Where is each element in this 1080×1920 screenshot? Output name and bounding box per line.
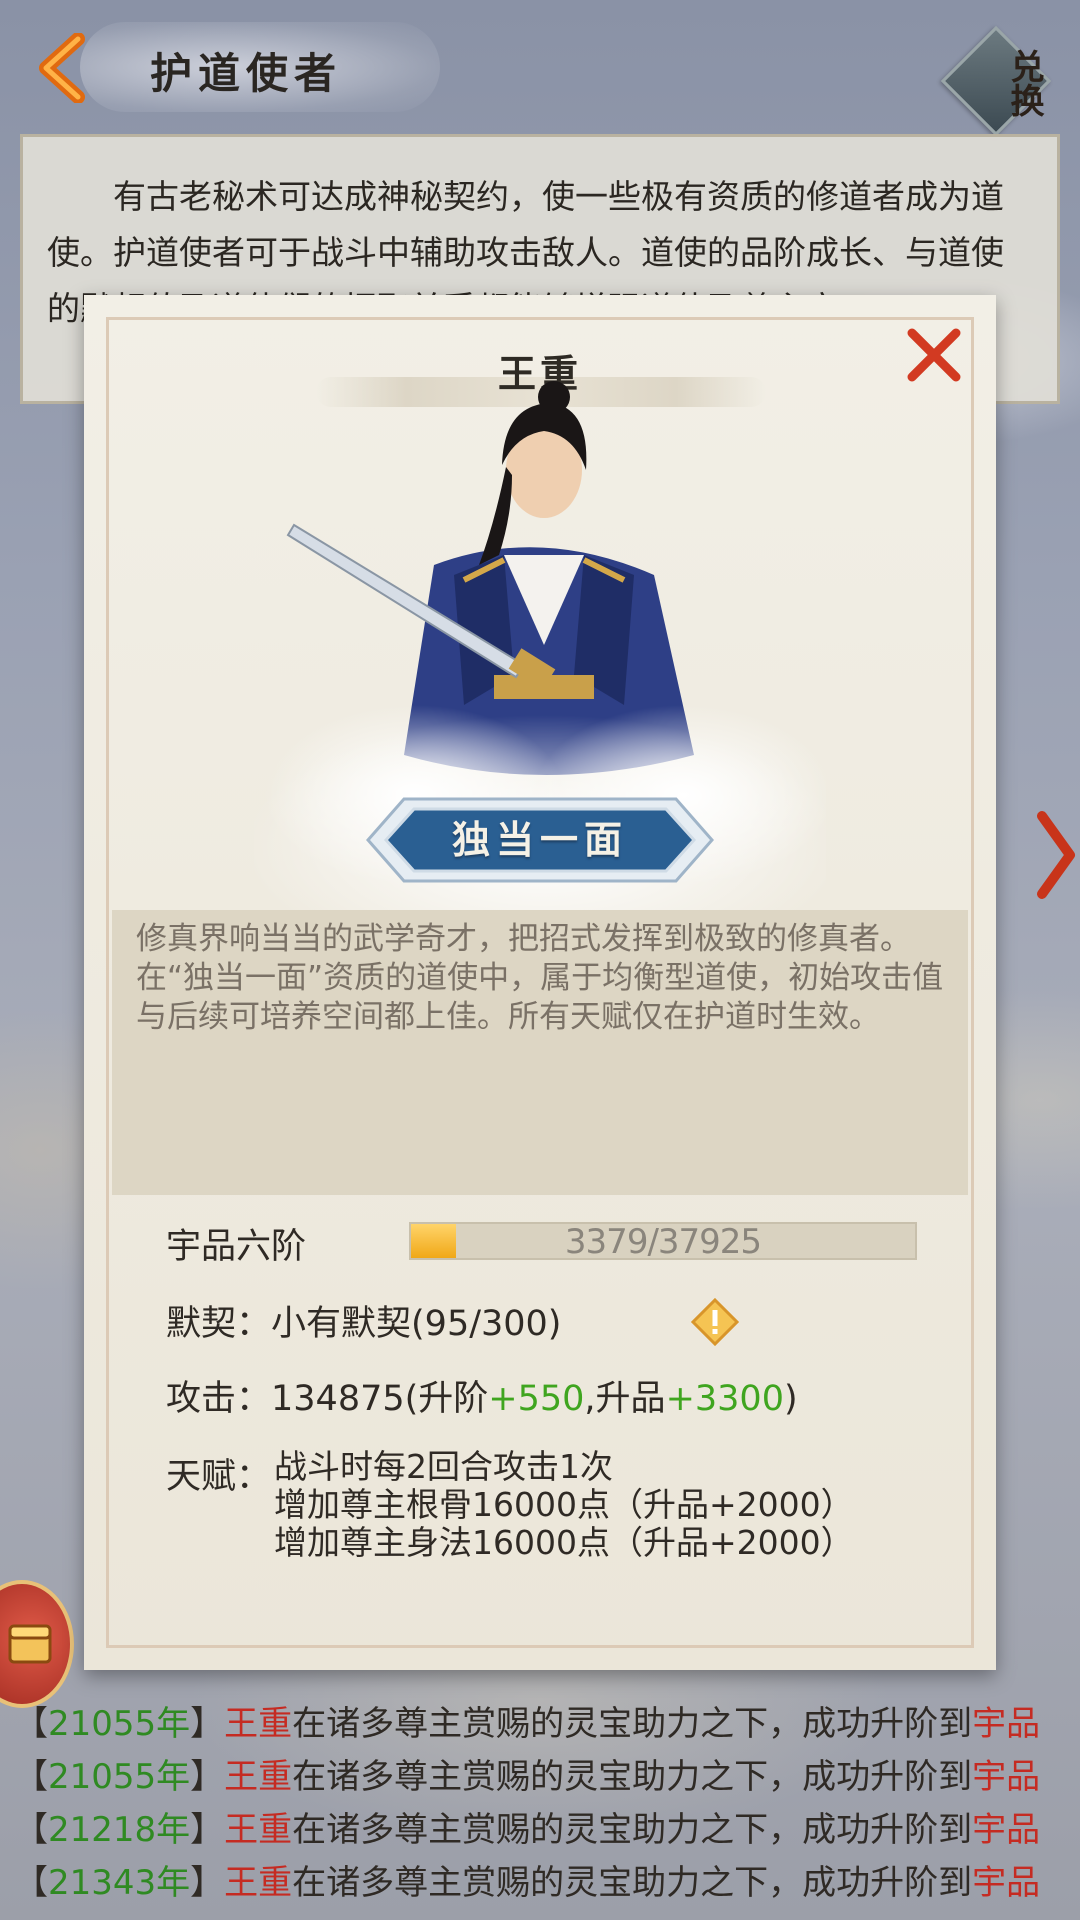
talent-item: 增加尊主根骨16000点（升品+2000） bbox=[274, 1485, 854, 1524]
log-name: 王重 bbox=[224, 1757, 293, 1797]
exp-progress-text: 3379/37925 bbox=[564, 1222, 762, 1262]
header: 护道使者 兑换 bbox=[0, 0, 1080, 137]
character-detail-modal: 王重 独当一面 修真界响当当的武学奇才，把招式发挥到极致的修真者。在“独当一面”… bbox=[84, 295, 996, 1670]
log-bracket: 【 bbox=[14, 1757, 48, 1797]
back-button[interactable] bbox=[22, 28, 102, 108]
log-text: 在诸多尊主赏赐的灵宝助力之下，成功升阶到 bbox=[292, 1704, 973, 1744]
bond-row: 默契：小有默契(95/300) bbox=[166, 1295, 561, 1346]
log-name: 王重 bbox=[224, 1863, 293, 1903]
attack-end: ) bbox=[783, 1379, 798, 1419]
log-year: 21055年 bbox=[48, 1704, 191, 1744]
log-text: 在诸多尊主赏赐的灵宝助力之下，成功升阶到 bbox=[292, 1863, 973, 1903]
log-entry: 【21055年】王重在诸多尊主赏赐的灵宝助力之下，成功升阶到宇品 bbox=[14, 1698, 1074, 1751]
aptitude-label: 独当一面 bbox=[451, 817, 628, 862]
close-button[interactable] bbox=[902, 323, 966, 387]
description-box: 修真界响当当的武学奇才，把招式发挥到极致的修真者。在“独当一面”资质的道使中，属… bbox=[112, 910, 968, 1195]
chevron-right-icon bbox=[1037, 811, 1075, 899]
warning-diamond-icon bbox=[690, 1297, 740, 1347]
exp-progress-bar: 3379/37925 bbox=[409, 1222, 917, 1260]
page-title: 护道使者 bbox=[150, 49, 343, 98]
attack-promote-bonus: +3300 bbox=[665, 1379, 784, 1419]
attack-base: 134875(升阶 bbox=[271, 1379, 489, 1419]
back-arrow-icon bbox=[39, 33, 85, 103]
log-entry: 【21218年】王重在诸多尊主赏赐的灵宝助力之下，成功升阶到宇品 bbox=[14, 1804, 1074, 1857]
log-bracket: 】 bbox=[190, 1863, 225, 1903]
exchange-button[interactable]: 兑换 bbox=[940, 25, 1052, 137]
talent-label: 天赋： bbox=[166, 1457, 272, 1497]
log-rank: 宇品 bbox=[972, 1757, 1041, 1797]
log-bracket: 【 bbox=[14, 1863, 48, 1903]
bond-value: 小有默契(95/300) bbox=[271, 1304, 562, 1344]
log-entry: 【21055年】王重在诸多尊主赏赐的灵宝助力之下，成功升阶到宇品 bbox=[14, 1751, 1074, 1804]
log-name: 王重 bbox=[224, 1704, 293, 1744]
treasure-chest-icon bbox=[8, 1624, 52, 1664]
log-bracket: 【 bbox=[14, 1704, 48, 1744]
log-text: 在诸多尊主赏赐的灵宝助力之下，成功升阶到 bbox=[292, 1810, 973, 1850]
aptitude-badge: 独当一面 bbox=[364, 795, 716, 885]
log-bracket: 【 bbox=[14, 1810, 48, 1850]
log-year: 21218年 bbox=[48, 1810, 191, 1850]
log-year: 21343年 bbox=[48, 1863, 191, 1903]
log-rank: 宇品 bbox=[972, 1704, 1041, 1744]
rank-label: 宇品六阶 bbox=[166, 1227, 307, 1267]
log-name: 王重 bbox=[224, 1810, 293, 1850]
next-arrow-button[interactable] bbox=[1036, 810, 1076, 900]
bond-label: 默契： bbox=[166, 1304, 272, 1344]
log-bracket: 】 bbox=[190, 1757, 225, 1797]
attack-mid: ,升品 bbox=[584, 1379, 666, 1419]
talent-row: 天赋： 战斗时每2回合攻击1次 增加尊主根骨16000点（升品+2000） 增加… bbox=[166, 1448, 854, 1562]
attack-row: 攻击：134875(升阶+550,升品+3300) bbox=[166, 1370, 798, 1421]
log-bracket: 】 bbox=[190, 1704, 225, 1744]
log-entry: 【21343年】王重在诸多尊主赏赐的灵宝助力之下，成功升阶到宇品 bbox=[14, 1857, 1074, 1910]
attack-label: 攻击： bbox=[166, 1379, 272, 1419]
upgrade-log: 【21055年】王重在诸多尊主赏赐的灵宝助力之下，成功升阶到宇品 【21055年… bbox=[14, 1698, 1074, 1910]
log-rank: 宇品 bbox=[972, 1863, 1041, 1903]
talent-item: 增加尊主身法16000点（升品+2000） bbox=[274, 1523, 854, 1562]
talent-list: 战斗时每2回合攻击1次 增加尊主根骨16000点（升品+2000） 增加尊主身法… bbox=[274, 1448, 874, 1562]
exchange-button-label: 兑换 bbox=[1004, 49, 1044, 117]
log-rank: 宇品 bbox=[972, 1810, 1041, 1850]
character-portrait bbox=[254, 381, 826, 975]
log-text: 在诸多尊主赏赐的灵宝助力之下，成功升阶到 bbox=[292, 1757, 973, 1797]
character-description: 修真界响当当的武学奇才，把招式发挥到极致的修真者。在“独当一面”资质的道使中，属… bbox=[136, 921, 944, 1035]
talent-item: 战斗时每2回合攻击1次 bbox=[274, 1447, 613, 1486]
log-bracket: 】 bbox=[190, 1810, 225, 1850]
attack-upgrade-bonus: +550 bbox=[488, 1379, 585, 1419]
treasure-chest-button[interactable] bbox=[0, 1580, 74, 1708]
close-icon bbox=[907, 328, 961, 382]
log-year: 21055年 bbox=[48, 1757, 191, 1797]
bond-info-button[interactable] bbox=[690, 1297, 740, 1347]
